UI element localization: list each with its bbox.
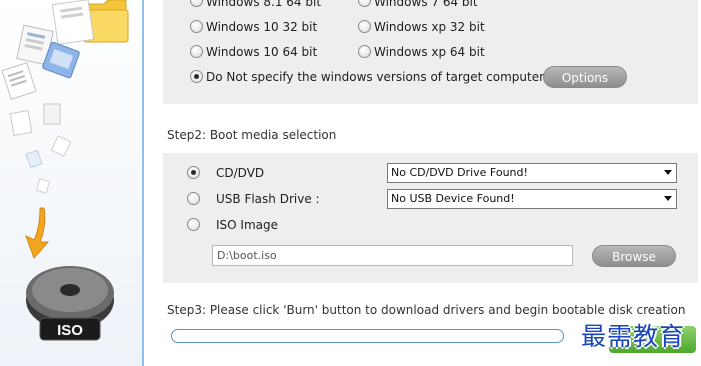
radio-iso[interactable] [187, 218, 200, 231]
chevron-down-icon [664, 170, 672, 175]
usb-select[interactable]: No USB Device Found! [387, 189, 677, 209]
radio-no-specify[interactable] [190, 70, 203, 83]
cd-dvd-select[interactable]: No CD/DVD Drive Found! [387, 163, 677, 183]
iso-badge-label: ISO [57, 322, 83, 339]
radio-winxp-32[interactable] [358, 20, 371, 33]
radio-label-winxp-64: Windows xp 64 bit [374, 45, 485, 59]
document-icon [51, 0, 95, 45]
radio-label-win10-64: Windows 10 64 bit [206, 45, 318, 59]
iso-path-field[interactable]: D:\boot.iso [212, 245, 573, 266]
down-arrow-icon [25, 207, 50, 259]
cd-dvd-select-value: No CD/DVD Drive Found! [391, 166, 528, 179]
radio-label-win10-32: Windows 10 32 bit [206, 20, 318, 34]
chevron-down-icon [664, 196, 672, 201]
radio-usb[interactable] [187, 192, 200, 205]
usb-label: USB Flash Drive : [216, 192, 320, 206]
radio-winxp-64[interactable] [358, 45, 371, 58]
step3-title: Step3: Please click 'Burn' button to dow… [167, 303, 686, 317]
options-button[interactable]: Options [543, 66, 627, 88]
usb-select-value: No USB Device Found! [391, 192, 515, 205]
files-to-disc-illustration: ISO [1, 0, 129, 341]
burn-progress-bar [171, 329, 564, 343]
watermark-text: 最需教育 [581, 322, 686, 351]
radio-label-win81-64: Windows 8.1 64 bit [206, 0, 322, 9]
radio-win10-64[interactable] [190, 45, 203, 58]
cd-dvd-label: CD/DVD [216, 166, 265, 180]
radio-label-winxp-32: Windows xp 32 bit [374, 20, 485, 34]
text-file-icon [1, 62, 37, 100]
radio-label-win7-64: Windows 7 64 bit [374, 0, 478, 9]
small-file-icon [9, 103, 72, 194]
radio-cd-dvd[interactable] [187, 166, 200, 179]
radio-win10-32[interactable] [190, 20, 203, 33]
browse-button[interactable]: Browse [592, 245, 676, 267]
main-content: Windows 8.1 64 bit Windows 7 64 bit Wind… [146, 0, 701, 366]
iso-label: ISO Image [216, 218, 278, 232]
step2-title: Step2: Boot media selection [167, 128, 337, 142]
radio-label-no-specify: Do Not specify the windows versions of t… [206, 70, 547, 84]
sidebar-graphic: ISO [0, 0, 144, 366]
